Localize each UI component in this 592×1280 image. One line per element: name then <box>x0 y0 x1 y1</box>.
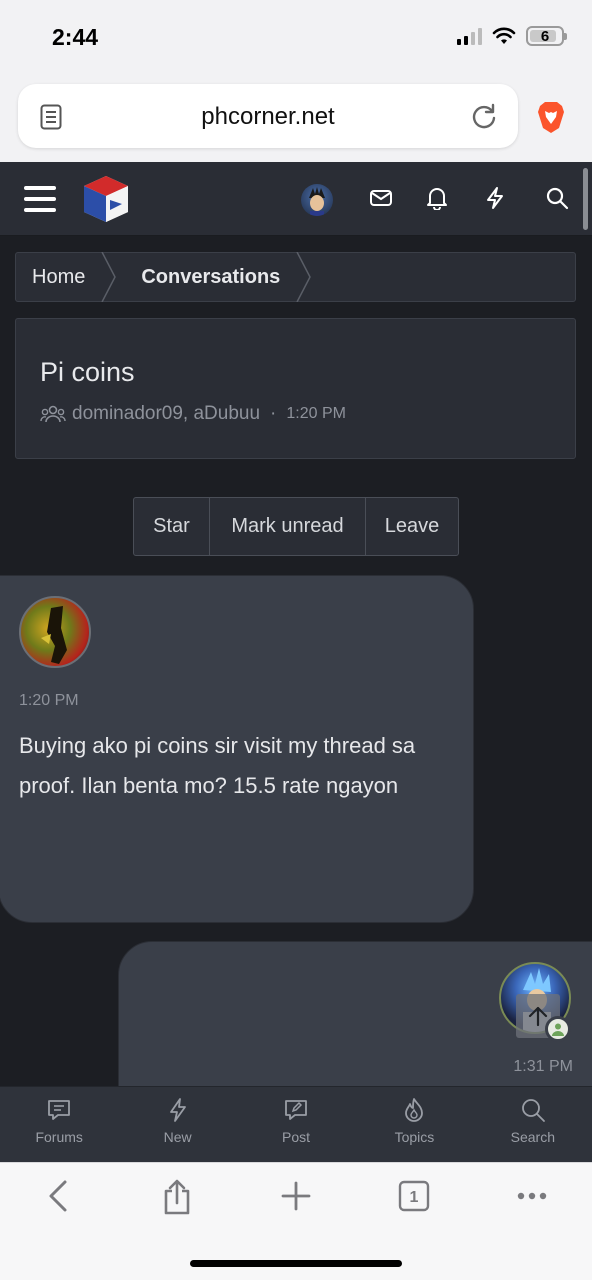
nav-label: New <box>163 1129 192 1145</box>
breadcrumb-conversations[interactable]: Conversations <box>117 253 296 301</box>
post-icon <box>285 1100 307 1120</box>
bottom-nav: Forums New Post Topics Search <box>0 1086 592 1162</box>
conversation-participants[interactable]: dominador09, aDubuu <box>72 403 260 425</box>
participants-icon <box>40 405 66 423</box>
signal-icon <box>457 27 482 45</box>
online-status-icon <box>545 1016 571 1042</box>
nav-search[interactable]: Search <box>474 1087 592 1162</box>
conversation-actions: Star Mark unread Leave <box>133 497 459 556</box>
breadcrumb: Home Conversations <box>15 252 576 302</box>
conversation-meta: dominador09, aDubuu · 1:20 PM <box>40 403 346 425</box>
search-icon[interactable] <box>545 186 569 210</box>
nav-forums[interactable]: Forums <box>0 1087 118 1162</box>
new-tab-icon[interactable] <box>281 1181 311 1211</box>
url-text: phcorner.net <box>201 103 335 130</box>
nav-new[interactable]: New <box>118 1087 236 1162</box>
nav-post[interactable]: Post <box>237 1087 355 1162</box>
more-icon[interactable] <box>517 1191 547 1201</box>
status-time: 2:44 <box>52 24 99 50</box>
conversation-title: Pi coins <box>40 357 135 387</box>
user-avatar[interactable] <box>301 184 333 216</box>
brave-shield-icon[interactable] <box>536 100 566 134</box>
breadcrumb-separator <box>101 252 117 302</box>
leave-button[interactable]: Leave <box>366 498 458 555</box>
message-time: 1:20 PM <box>19 692 79 709</box>
message-time: 1:31 PM <box>513 1058 573 1075</box>
message-text: Buying ako pi coins sir visit my thread … <box>19 733 416 798</box>
svg-text:1: 1 <box>410 1189 419 1206</box>
site-header <box>0 162 592 236</box>
tabs-icon[interactable]: 1 <box>398 1180 430 1212</box>
address-bar[interactable]: phcorner.net <box>18 84 518 148</box>
page-scrollbar[interactable] <box>583 168 588 230</box>
breadcrumb-home[interactable]: Home <box>16 253 101 301</box>
home-indicator <box>190 1260 402 1267</box>
nav-topics[interactable]: Topics <box>355 1087 473 1162</box>
nav-label: Topics <box>394 1129 435 1145</box>
bell-icon[interactable] <box>426 186 448 210</box>
conversation-header: Pi coins dominador09, aDubuu · 1:20 PM <box>15 318 576 459</box>
battery-level: 6 <box>540 27 550 45</box>
menu-icon[interactable] <box>24 186 56 212</box>
mark-unread-button[interactable]: Mark unread <box>210 498 366 555</box>
search-icon <box>521 1099 545 1122</box>
back-icon[interactable] <box>46 1179 70 1213</box>
inbox-icon[interactable] <box>369 186 393 210</box>
reload-icon[interactable] <box>470 102 498 130</box>
nav-label: Forums <box>35 1129 83 1145</box>
share-icon[interactable] <box>162 1179 192 1215</box>
flame-icon <box>405 1098 424 1122</box>
sender-avatar[interactable] <box>19 596 91 668</box>
breadcrumb-separator <box>296 252 312 302</box>
nav-label: Search <box>510 1129 555 1145</box>
meta-separator: · <box>270 403 277 424</box>
conversation-time: 1:20 PM <box>286 405 346 422</box>
wifi-icon <box>492 27 516 44</box>
message-bubble: 1:20 PM Buying ako pi coins sir visit my… <box>0 575 474 923</box>
nav-label: Post <box>282 1129 311 1145</box>
forums-icon <box>48 1100 71 1120</box>
browser-top-area: 2:44 6 phcorner.net <box>0 0 592 162</box>
bolt-icon[interactable] <box>484 186 506 210</box>
status-icons: 6 <box>457 26 567 46</box>
site-logo[interactable] <box>80 174 132 224</box>
star-button[interactable]: Star <box>134 498 210 555</box>
bolt-icon <box>169 1098 186 1122</box>
battery-icon: 6 <box>526 26 567 46</box>
